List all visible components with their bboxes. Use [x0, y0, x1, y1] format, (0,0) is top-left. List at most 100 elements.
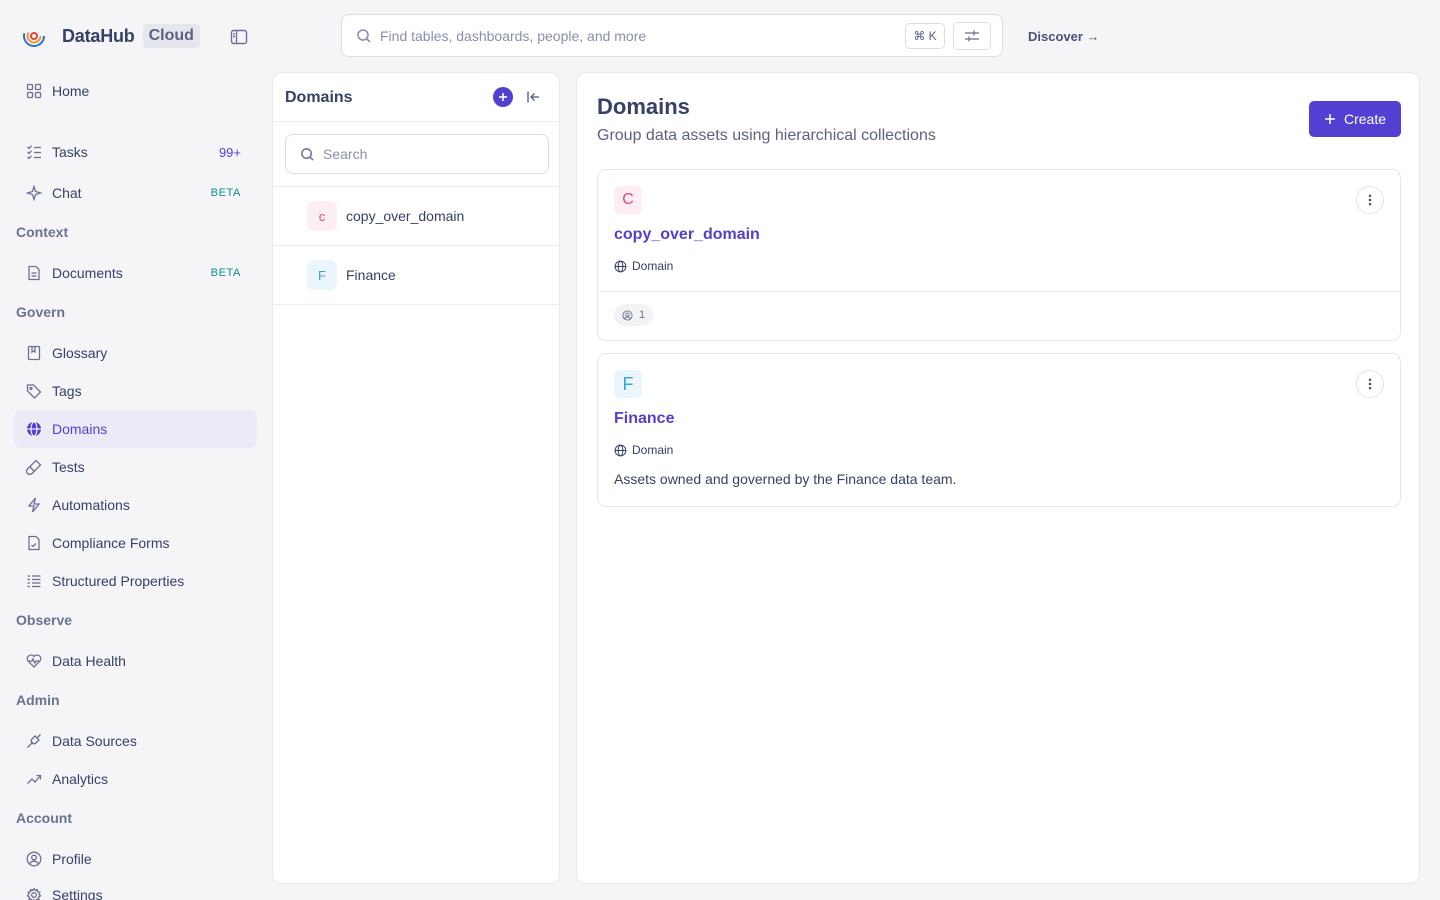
domain-name-link[interactable]: Finance	[614, 410, 674, 428]
sidebar-item-label: Tests	[52, 459, 85, 475]
sidebar-item-documents[interactable]: Documents BETA	[14, 254, 257, 292]
sidebar-item-profile[interactable]: Profile	[14, 840, 257, 878]
panel-title: Domains	[285, 89, 353, 106]
list-icon	[27, 575, 41, 588]
tag-icon	[26, 384, 42, 399]
collapse-panel-icon[interactable]	[525, 89, 541, 105]
globe-icon	[614, 260, 627, 272]
sidebar-item-compliance-forms[interactable]: Compliance Forms	[14, 524, 257, 562]
section-context: Context	[16, 224, 69, 240]
sidebar-item-label: Home	[52, 83, 90, 99]
divider	[273, 304, 559, 305]
gear-icon	[26, 887, 42, 900]
discover-link[interactable]: Discover →	[1028, 29, 1100, 44]
sidebar-item-label: Structured Properties	[52, 573, 185, 589]
domain-card[interactable]: C copy_over_domain Domain 1	[597, 169, 1401, 341]
section-admin: Admin	[16, 692, 60, 708]
domains-main-content: Domains Group data assets using hierarch…	[576, 72, 1420, 884]
sparkle-icon	[26, 185, 42, 201]
section-observe: Observe	[16, 612, 73, 628]
sidebar-item-label: Data Health	[52, 653, 126, 669]
sidebar-item-label: Tasks	[52, 144, 88, 160]
plus-icon	[499, 93, 507, 101]
domain-search-input[interactable]: Search	[285, 134, 549, 174]
sidebar-item-domains[interactable]: Domains	[14, 410, 257, 448]
more-options-button[interactable]	[1356, 370, 1384, 398]
search-filters-button[interactable]	[953, 21, 991, 50]
domain-list-label: Finance	[346, 267, 396, 283]
domain-avatar: F	[614, 370, 642, 398]
user-circle-icon	[26, 851, 42, 867]
owners-count: 1	[639, 309, 646, 321]
brand-logo[interactable]: DataHub Cloud	[22, 24, 200, 48]
sidebar-item-chat[interactable]: Chat BETA	[14, 174, 257, 212]
divider	[598, 291, 1400, 292]
domain-avatar: c	[307, 201, 337, 231]
beta-badge: BETA	[210, 187, 241, 199]
entity-type-text: Domain	[632, 443, 674, 457]
beta-badge: BETA	[210, 267, 241, 279]
sidebar-item-data-sources[interactable]: Data Sources	[14, 722, 257, 760]
sidebar-item-label: Automations	[52, 497, 130, 513]
sidebar-item-data-health[interactable]: Data Health	[14, 642, 257, 680]
domain-list-label: copy_over_domain	[346, 208, 465, 224]
domain-card[interactable]: F Finance Domain Assets owned and govern…	[597, 353, 1401, 507]
search-input[interactable]: Find tables, dashboards, people, and mor…	[380, 28, 905, 44]
form-icon	[28, 535, 40, 551]
domains-list-panel: Domains Search c copy_over_domain F Fina…	[272, 72, 560, 884]
plug-icon	[27, 734, 41, 748]
sidebar-item-structured-properties[interactable]: Structured Properties	[14, 562, 257, 600]
domain-avatar: F	[307, 260, 337, 290]
document-icon	[28, 265, 40, 281]
globe-icon	[27, 421, 41, 437]
sidebar-item-glossary[interactable]: Glossary	[14, 334, 257, 372]
sidebar-item-label: Chat	[52, 185, 82, 201]
sidebar-item-tasks[interactable]: Tasks 99+	[14, 133, 257, 171]
entity-type-label: Domain	[614, 259, 673, 273]
plus-icon	[1324, 114, 1335, 124]
entity-type-text: Domain	[632, 259, 674, 273]
search-placeholder: Search	[323, 146, 368, 162]
sidebar-toggle-icon[interactable]	[230, 28, 248, 46]
entity-type-label: Domain	[614, 443, 673, 457]
sliders-icon	[965, 30, 979, 41]
sidebar-item-label: Documents	[52, 265, 123, 281]
sidebar-item-tags[interactable]: Tags	[14, 372, 257, 410]
grid-icon	[26, 83, 42, 99]
domain-description: Assets owned and governed by the Finance…	[614, 471, 957, 487]
user-circle-icon	[622, 309, 633, 321]
section-govern: Govern	[16, 304, 66, 320]
global-search-bar[interactable]: Find tables, dashboards, people, and mor…	[341, 14, 1003, 57]
page-title: Domains	[597, 94, 690, 119]
brand-name: DataHub	[62, 25, 135, 46]
lightning-icon	[27, 497, 41, 513]
brand-badge: Cloud	[142, 24, 200, 48]
create-domain-button[interactable]: Create	[1309, 101, 1401, 137]
sidebar-item-tests[interactable]: Tests	[14, 448, 257, 486]
sidebar-item-label: Compliance Forms	[52, 535, 170, 551]
sidebar-item-automations[interactable]: Automations	[14, 486, 257, 524]
owners-pill[interactable]: 1	[614, 304, 654, 326]
page-subtitle: Group data assets using hierarchical col…	[597, 127, 936, 144]
checklist-icon	[27, 145, 41, 160]
domain-list-item[interactable]: c copy_over_domain	[273, 187, 561, 245]
trend-icon	[27, 774, 42, 784]
heart-pulse-icon	[26, 654, 42, 668]
sidebar-item-label: Domains	[52, 421, 108, 437]
sidebar-item-analytics[interactable]: Analytics	[14, 760, 257, 798]
add-domain-button[interactable]	[493, 87, 513, 107]
sidebar-item-label: Settings	[52, 887, 103, 900]
search-shortcut-badge: ⌘ K	[905, 22, 945, 49]
domain-list-item[interactable]: F Finance	[273, 246, 561, 304]
sidebar-item-home[interactable]: Home	[14, 72, 257, 110]
kebab-menu-icon	[1368, 194, 1372, 206]
divider	[273, 121, 559, 122]
search-icon	[357, 28, 371, 43]
test-tube-icon	[26, 459, 42, 475]
section-account: Account	[16, 810, 72, 826]
sidebar-item-settings[interactable]: Settings	[14, 876, 257, 900]
kebab-menu-icon	[1368, 378, 1372, 390]
domain-name-link[interactable]: copy_over_domain	[614, 226, 760, 244]
more-options-button[interactable]	[1356, 186, 1384, 214]
tasks-count-badge: 99+	[218, 144, 241, 160]
